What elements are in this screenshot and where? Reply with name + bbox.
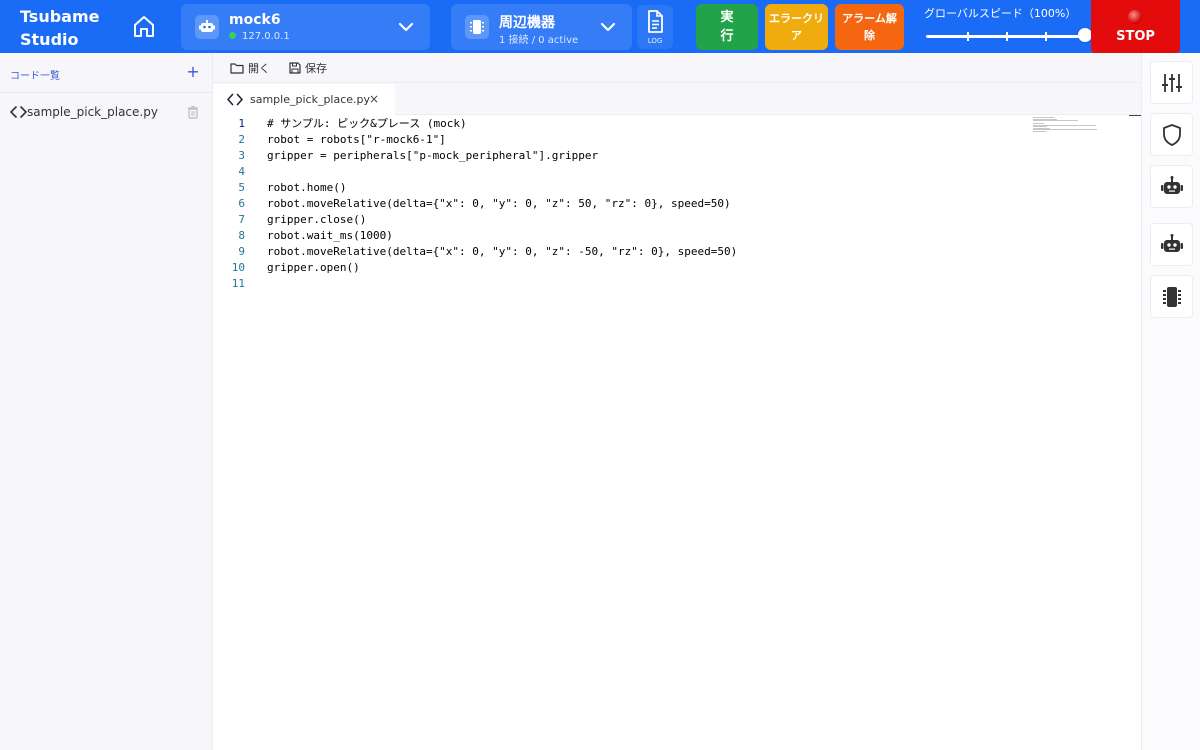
- log-button[interactable]: LOG: [637, 5, 673, 49]
- code-line[interactable]: gripper.open(): [267, 260, 360, 276]
- chip-icon: [465, 15, 489, 39]
- editor-tab-bar: sample_pick_place.py ×: [213, 83, 1141, 115]
- save-button[interactable]: 保存: [289, 59, 327, 77]
- robot-icon: [195, 15, 219, 39]
- run-button[interactable]: 実行: [696, 4, 758, 50]
- sliders-icon: [1161, 73, 1182, 92]
- document-icon: [648, 10, 663, 33]
- alarm-clear-label-line2: 除: [863, 29, 875, 42]
- alarm-clear-label-line1: アラーム解: [842, 12, 897, 25]
- app-brand: Tsubame Studio: [20, 5, 110, 51]
- file-list-item[interactable]: sample_pick_place.py: [0, 98, 212, 126]
- stop-lamp-icon: [1128, 10, 1142, 24]
- app-name-line2: Studio: [20, 30, 79, 49]
- line-number: 5: [238, 181, 245, 194]
- scrollbar-indicator[interactable]: [1129, 115, 1141, 116]
- top-bar: Tsubame Studio mock6 127.0.0.1 周辺機器 1 接続…: [0, 0, 1200, 53]
- line-number: 4: [238, 165, 245, 178]
- peripheral-status: 1 接続 / 0 active: [499, 35, 579, 46]
- code-line[interactable]: robot.wait_ms(1000): [267, 228, 393, 244]
- emergency-stop-button[interactable]: STOP: [1091, 0, 1180, 53]
- code-editor[interactable]: 1 2 3 4 5 6 7 8 9 10 11 # サンプル: ピック&プレース (mock) rob…: [213, 115, 1141, 750]
- code-list-sidebar: コード一覧 + sample_pick_place.py: [0, 53, 213, 750]
- error-clear-label-line1: エラークリ: [769, 12, 824, 25]
- line-number: 1: [238, 117, 245, 130]
- line-number: 11: [231, 277, 245, 290]
- home-button[interactable]: [130, 14, 158, 40]
- trash-icon[interactable]: [187, 105, 199, 119]
- settings-panel-button[interactable]: [1150, 61, 1193, 104]
- robot-name: mock6: [229, 12, 281, 28]
- global-speed-label: グローバルスピード（100%）: [924, 7, 1077, 20]
- minimap[interactable]: [1033, 117, 1113, 137]
- chevron-down-icon: [600, 22, 616, 32]
- peripheral-panel-button[interactable]: [1150, 275, 1193, 318]
- run-label-line1: 実: [720, 10, 734, 25]
- code-line[interactable]: # サンプル: ピック&プレース (mock): [267, 116, 467, 132]
- minimap-row: [1033, 120, 1078, 121]
- robot-panel-button[interactable]: [1150, 165, 1193, 208]
- code-icon: [10, 106, 27, 118]
- code-line[interactable]: robot.moveRelative(delta={"x": 0, "y": 0…: [267, 244, 737, 260]
- robot-panel-button-2[interactable]: [1150, 223, 1193, 266]
- robot-icon: [1160, 175, 1183, 194]
- code-list-header: コード一覧 +: [0, 53, 212, 93]
- file-name: sample_pick_place.py: [27, 105, 158, 119]
- peripheral-name: 周辺機器: [499, 15, 555, 31]
- save-label: 保存: [305, 62, 327, 75]
- right-tool-rail: [1141, 53, 1200, 750]
- code-line[interactable]: gripper.close(): [267, 212, 366, 228]
- chevron-down-icon: [398, 22, 414, 32]
- line-number: 2: [238, 133, 245, 146]
- robot-icon: [1160, 233, 1183, 252]
- slider-tick: [1006, 32, 1008, 41]
- error-clear-label-line2: ア: [791, 29, 802, 42]
- code-icon: [227, 93, 243, 106]
- line-number: 6: [238, 197, 245, 210]
- shield-icon: [1162, 123, 1181, 146]
- tab-close-button[interactable]: ×: [368, 92, 380, 106]
- slider-tick: [967, 32, 969, 41]
- app-name-line1: Tsubame: [20, 7, 100, 26]
- code-line[interactable]: robot = robots["r-mock6-1"]: [267, 132, 446, 148]
- error-clear-button[interactable]: エラークリア: [765, 4, 828, 50]
- alarm-clear-button[interactable]: アラーム解除: [835, 4, 904, 50]
- line-number: 9: [238, 245, 245, 258]
- safety-panel-button[interactable]: [1150, 113, 1193, 156]
- tab-label: sample_pick_place.py: [250, 93, 371, 106]
- connection-status-dot: [229, 32, 236, 39]
- open-label: 開く: [248, 62, 270, 75]
- line-number: 8: [238, 229, 245, 242]
- stop-label: STOP: [1116, 29, 1155, 44]
- open-button[interactable]: 開く: [230, 59, 270, 77]
- folder-icon: [230, 63, 244, 74]
- robot-selector[interactable]: mock6 127.0.0.1: [181, 4, 430, 50]
- line-number: 3: [238, 149, 245, 162]
- slider-tick: [1045, 32, 1047, 41]
- chip-icon: [1162, 286, 1181, 307]
- code-line[interactable]: robot.moveRelative(delta={"x": 0, "y": 0…: [267, 196, 731, 212]
- line-number: 7: [238, 213, 245, 226]
- robot-address: 127.0.0.1: [229, 31, 290, 42]
- run-label-line2: 行: [720, 29, 734, 44]
- code-list-title: コード一覧: [10, 71, 60, 82]
- code-line[interactable]: robot.home(): [267, 180, 346, 196]
- code-line[interactable]: gripper = peripherals["p-mock_peripheral…: [267, 148, 598, 164]
- global-speed-slider[interactable]: [926, 32, 1084, 41]
- global-speed-slider-thumb[interactable]: [1078, 28, 1092, 42]
- save-icon: [289, 62, 301, 74]
- robot-address-text: 127.0.0.1: [242, 31, 290, 42]
- minimap-row: [1033, 130, 1046, 132]
- add-file-button[interactable]: +: [185, 63, 201, 81]
- tab-sample-pick-place[interactable]: sample_pick_place.py ×: [213, 84, 395, 115]
- editor-toolbar: 開く 保存: [213, 53, 1141, 83]
- home-icon: [134, 16, 154, 37]
- line-number: 10: [231, 261, 245, 274]
- log-label: LOG: [647, 37, 663, 45]
- peripheral-selector[interactable]: 周辺機器 1 接続 / 0 active: [451, 4, 632, 50]
